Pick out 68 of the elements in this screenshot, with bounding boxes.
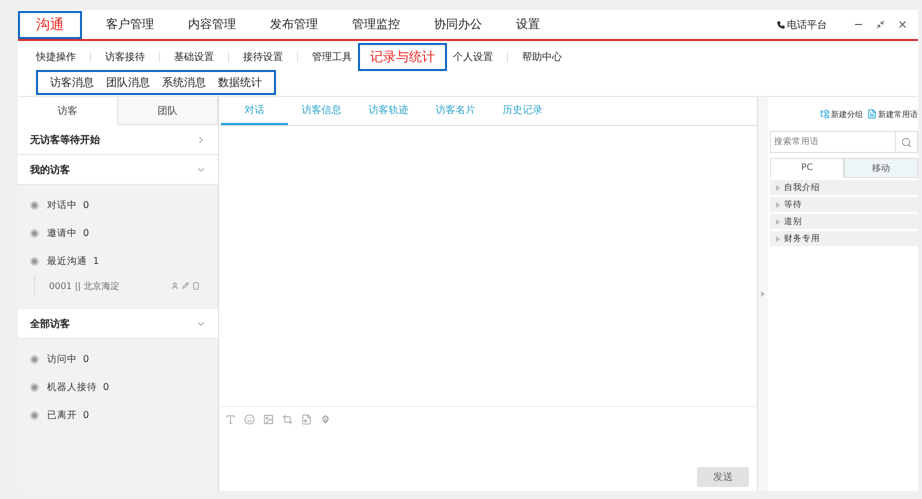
text-format-icon[interactable] [225, 414, 236, 424]
visitor-group-label[interactable]: 最近沟通 1 [47, 254, 100, 268]
nav-tab[interactable]: 沟通 [18, 10, 82, 38]
sub-nav-tab[interactable]: 记录与统计 [358, 43, 447, 71]
panel-tab[interactable]: 访客 [18, 97, 118, 125]
folder-tree-icon [820, 109, 830, 119]
nav-tab[interactable]: 发布管理 [260, 10, 328, 38]
section-header[interactable]: 全部访客 [18, 309, 218, 339]
sub-nav-tab[interactable]: 访客接待 [99, 46, 151, 68]
visitor-group-label[interactable]: 邀请中 0 [47, 226, 90, 240]
nav-tab[interactable]: 协同办公 [424, 10, 492, 38]
visitor-group-label[interactable]: 访问中 0 [47, 352, 90, 366]
sub-nav-tab[interactable]: 快捷操作 [30, 46, 82, 68]
nav-tab[interactable]: 设置 [506, 10, 550, 38]
close-icon[interactable] [897, 19, 908, 30]
collapse-arrow-icon[interactable] [761, 291, 765, 297]
status-dot-icon [30, 382, 39, 392]
phone-platform-link[interactable]: 电话平台 [777, 18, 827, 32]
status-dot-icon [30, 228, 39, 238]
phrase-group[interactable]: 等待 [770, 197, 918, 212]
status-dot-icon [30, 410, 39, 420]
platform-tab[interactable]: PC [770, 158, 844, 178]
sub-nav-tab[interactable]: 个人设置 [447, 46, 499, 68]
location-pin-icon[interactable] [320, 414, 331, 424]
new-phrase-button[interactable]: 新建常用语 [867, 108, 918, 120]
expand-arrow-icon [776, 218, 780, 224]
nav-tab[interactable]: 管理监控 [342, 10, 410, 38]
sub-nav-tab[interactable]: 基础设置 [168, 46, 220, 68]
phone-icon[interactable] [192, 282, 200, 290]
message-menu-item[interactable]: 访客消息 [50, 75, 94, 90]
sub-nav-tab[interactable]: 接待设置 [237, 46, 289, 68]
phrase-group[interactable]: 道别 [770, 214, 918, 229]
expand-arrow-icon [776, 236, 780, 242]
document-icon [867, 109, 877, 119]
restore-icon[interactable] [876, 20, 885, 29]
sub-nav-tab[interactable]: 管理工具 [306, 46, 358, 68]
search-icon [901, 136, 912, 148]
person-icon[interactable] [171, 282, 179, 290]
visitor-group-label[interactable]: 已离开 0 [47, 408, 90, 422]
visitor-entry[interactable]: 0001 || 北京海淀 [49, 280, 120, 292]
section-header[interactable]: 我的访客 [18, 155, 218, 185]
image-icon[interactable] [263, 414, 274, 424]
message-menu-item[interactable]: 系统消息 [162, 75, 206, 90]
new-group-button[interactable]: 新建分组 [820, 108, 863, 120]
pencil-icon[interactable] [182, 282, 189, 289]
sub-nav-tab[interactable]: 帮助中心 [516, 46, 568, 68]
visitor-group-label[interactable]: 对话中 0 [47, 198, 90, 212]
visitor-group-label[interactable]: 机器人接待 0 [47, 380, 110, 394]
search-field[interactable]: 搜索常用语 [770, 131, 895, 153]
platform-tab[interactable]: 移动 [844, 158, 918, 178]
status-dot-icon [30, 200, 39, 210]
message-menu-item[interactable]: 数据统计 [218, 75, 262, 90]
phrase-group[interactable]: 财务专用 [770, 231, 918, 246]
section-header[interactable]: 无访客等待开始 [18, 125, 218, 155]
crop-icon[interactable] [282, 414, 293, 424]
expand-arrow-icon [776, 184, 780, 190]
message-menu-item[interactable]: 团队消息 [106, 75, 150, 90]
nav-tab[interactable]: 内容管理 [178, 10, 246, 38]
expand-arrow-icon [776, 202, 780, 208]
search-button[interactable] [895, 131, 918, 153]
panel-tab[interactable]: 团队 [118, 97, 218, 125]
phone-icon [777, 20, 785, 28]
status-dot-icon [30, 256, 39, 266]
file-icon[interactable] [301, 414, 312, 424]
phrase-group[interactable]: 自我介绍 [770, 180, 918, 195]
emoji-icon[interactable] [244, 414, 255, 424]
status-dot-icon [30, 354, 39, 364]
nav-tab[interactable]: 客户管理 [96, 10, 164, 38]
